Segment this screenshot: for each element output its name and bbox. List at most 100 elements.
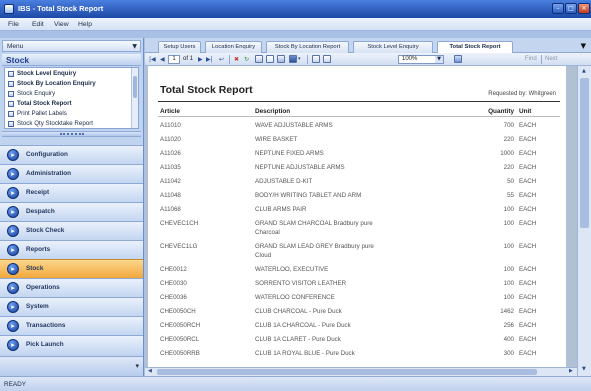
quantity-cell: 100 [503,205,514,213]
scroll-down-icon[interactable]: ▼ [582,366,586,373]
chevron-down-icon[interactable]: ▼ [435,56,443,63]
tabs-dropdown-icon[interactable]: ▼ [581,42,586,51]
horizontal-scrollbar[interactable]: ◀ ▶ [145,367,577,376]
menu-file[interactable]: File [8,20,19,29]
table-row: A11026 NEPTUNE FIXED ARMS 1000 EACH [160,146,562,160]
tree-item-label: Stock By Location Enquiry [17,80,96,87]
description-cell: GRAND SLAM CHARCOAL Bradbury pure Charco… [255,219,373,236]
previous-page-icon[interactable]: ◀ [160,55,165,64]
unit-cell: EACH [519,149,537,157]
scroll-left-icon[interactable]: ◀ [148,368,152,375]
minimize-icon[interactable]: – [552,3,564,14]
navigation-overflow-bar[interactable]: ▾ [0,356,143,376]
description-cell: SORRENTO VISITOR LEATHER [255,279,347,287]
tab-stock-by-location-report[interactable]: Stock By Location Report [266,41,349,53]
module-despatch[interactable]: ▸ Despatch [0,202,143,221]
description-cell: CLUB 1A CHARCOAL - Pure Duck [255,321,351,329]
administration-icon: ▸ [7,168,19,180]
first-page-icon[interactable]: |◀ [149,55,156,64]
module-stock[interactable]: ▸ Stock [0,259,143,278]
menu-edit[interactable]: Edit [32,20,44,29]
article-cell: A11042 [160,177,181,185]
reports-icon: ▸ [7,244,19,256]
module-label: Stock [26,265,44,272]
vertical-scrollbar-thumb[interactable] [580,78,589,228]
next-link[interactable]: Next [545,55,557,64]
print-icon[interactable] [255,55,263,63]
quantity-cell: 400 [503,335,514,343]
tree-item-print-pallet-labels[interactable]: Print Pallet Labels [7,109,129,119]
zoom-value: 100% [402,56,418,62]
module-operations[interactable]: ▸ Operations [0,278,143,297]
tree-scrollbar[interactable] [131,68,138,128]
report-toolbar: |◀ ◀ 1 of 1 ▶ ▶| ↩ ✖ ↻ ▾ 100% ▼ Find Nex… [145,53,591,66]
page-number-input[interactable]: 1 [168,55,180,64]
module-configuration[interactable]: ▸ Configuration [0,145,143,164]
module-stock-check[interactable]: ▸ Stock Check [0,221,143,240]
splitter-grip-icon [60,133,84,135]
quantity-cell: 100 [503,265,514,273]
description-cell: WIRE BASKET [255,135,298,143]
quantity-cell: 100 [503,242,514,250]
table-row: CHE0050RCH CLUB 1A CHARCOAL - Pure Duck 25… [160,318,562,332]
tree-item-stocktake[interactable]: Stock Qty Stocktake Report [7,119,129,128]
zoom-select[interactable]: 100% ▼ [398,55,444,64]
print-layout-icon[interactable] [266,55,274,63]
zoom-out-icon[interactable] [323,55,331,63]
export-dropdown-icon[interactable]: ▾ [298,55,301,64]
tree-item-total-stock-report[interactable]: Total Stock Report [7,99,129,109]
last-page-icon[interactable]: ▶| [206,55,213,64]
tab-setup-users[interactable]: Setup Users [158,41,201,53]
tree-item-stock-by-location-enquiry[interactable]: Stock By Location Enquiry [7,79,129,89]
article-cell: A11048 [160,191,181,199]
unit-cell: EACH [519,135,537,143]
quantity-cell: 100 [503,279,514,287]
module-administration[interactable]: ▸ Administration [0,164,143,183]
export-icon[interactable] [289,55,297,63]
article-cell: A11035 [160,163,181,171]
tab-stock-level-enquiry[interactable]: Stock Level Enquiry [353,41,433,53]
navigation-header[interactable]: Menu ▼ [2,40,141,52]
tab-location-enquiry[interactable]: Location Enquiry [205,41,262,53]
unit-cell: EACH [519,163,537,171]
page-setup-icon[interactable] [277,55,285,63]
operations-icon: ▸ [7,282,19,294]
module-system[interactable]: ▸ System [0,297,143,316]
description-cell: WAVE ADJUSTABLE ARMS [255,121,333,129]
zoom-in-icon[interactable] [312,55,320,63]
module-transactions[interactable]: ▸ Transactions [0,316,143,335]
chevron-down-icon[interactable]: ▼ [132,42,137,51]
title-bar: IBS - Total Stock Report – □ ✕ [0,0,591,18]
quantity-cell: 55 [507,191,514,199]
next-page-icon[interactable]: ▶ [198,55,203,64]
module-receipt[interactable]: ▸ Receipt [0,183,143,202]
report-icon [8,111,14,117]
find-link[interactable]: Find [525,55,537,64]
maximize-icon[interactable]: □ [565,3,577,14]
section-title: Stock [6,55,30,65]
description-cell: WATERLOO CONFERENCE [255,293,335,301]
scroll-right-icon[interactable]: ▶ [569,368,573,375]
tree-item-stock-enquiry[interactable]: Stock Enquiry [7,89,129,99]
horizontal-scrollbar-thumb[interactable] [157,369,537,375]
window-title: IBS - Total Stock Report [18,4,104,13]
back-icon[interactable]: ↩ [219,55,224,64]
module-reports[interactable]: ▸ Reports [0,240,143,259]
article-cell: CHE0050RCL [160,335,200,343]
menu-view[interactable]: View [54,20,69,29]
module-label: Reports [26,246,51,253]
find-icon[interactable] [454,55,462,63]
report-icon [8,71,14,77]
vertical-scrollbar[interactable]: ▲ ▼ [577,66,591,376]
tree-item-stock-level-enquiry[interactable]: Stock Level Enquiry [7,69,129,79]
stop-icon[interactable]: ✖ [234,55,239,64]
report-icon [8,101,14,107]
refresh-icon[interactable]: ↻ [244,55,249,64]
close-icon[interactable]: ✕ [578,3,590,14]
overflow-chevron-icon[interactable]: ▾ [135,362,139,370]
scroll-up-icon[interactable]: ▲ [582,68,586,75]
module-pick-launch[interactable]: ▸ Pick Launch [0,335,143,354]
menu-help[interactable]: Help [78,20,92,29]
tree-scrollbar-thumb[interactable] [133,76,137,98]
panel-splitter[interactable] [2,131,141,137]
